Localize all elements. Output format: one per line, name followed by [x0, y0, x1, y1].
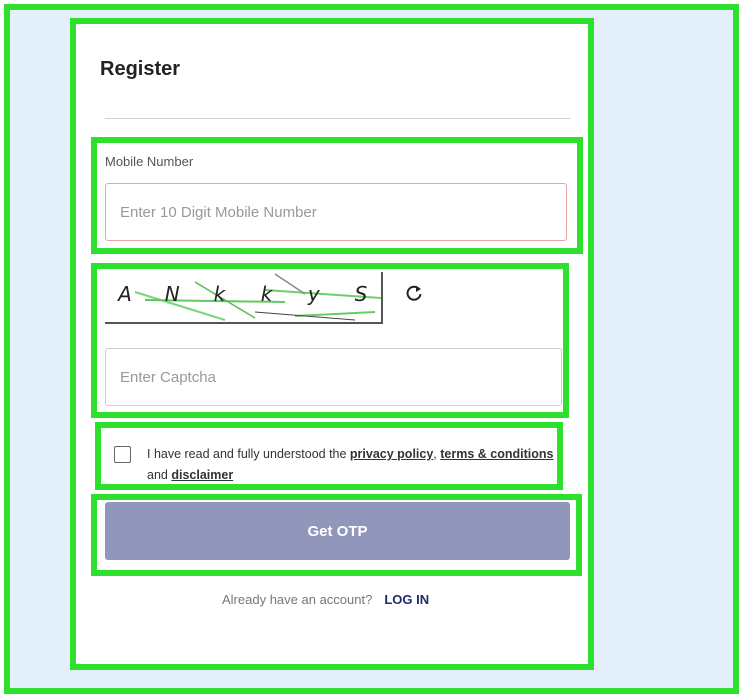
terms-conditions-link[interactable]: terms & conditions — [440, 447, 553, 461]
captcha-char: k — [213, 282, 226, 306]
captcha-char: N — [164, 282, 180, 306]
disclaimer-link[interactable]: disclaimer — [171, 468, 233, 482]
page-title: Register — [100, 58, 181, 80]
refresh-icon[interactable] — [404, 283, 424, 303]
mobile-number-input[interactable] — [105, 183, 567, 241]
privacy-policy-link[interactable]: privacy policy — [350, 447, 433, 461]
captcha-characters: A N k k y S — [105, 282, 381, 306]
title-divider — [105, 118, 570, 119]
captcha-char: k — [260, 282, 273, 306]
captcha-image: A N k k y S — [105, 272, 383, 324]
login-prompt: Already have an account? LOG IN — [222, 592, 429, 607]
terms-and: and — [147, 468, 172, 482]
account-prompt-text: Already have an account? — [222, 592, 373, 607]
terms-text: I have read and fully understood the pri… — [147, 444, 562, 486]
captcha-input[interactable] — [105, 348, 562, 406]
captcha-char: y — [307, 282, 320, 306]
terms-prefix: I have read and fully understood the — [147, 447, 350, 461]
captcha-char: A — [118, 282, 132, 306]
mobile-number-label: Mobile Number — [105, 154, 194, 169]
captcha-char: S — [354, 282, 368, 306]
login-link[interactable]: LOG IN — [384, 592, 429, 607]
terms-checkbox[interactable] — [114, 446, 131, 463]
get-otp-button[interactable]: Get OTP — [105, 502, 570, 560]
